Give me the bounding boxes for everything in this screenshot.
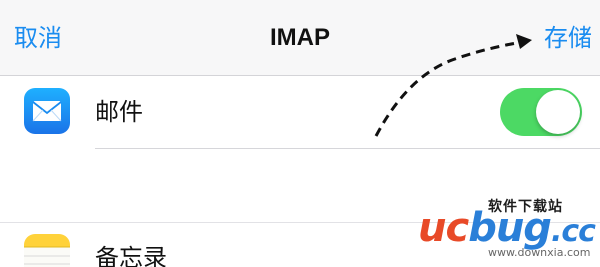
page-title: IMAP <box>270 24 330 51</box>
notes-label: 备忘录 <box>95 244 167 267</box>
watermark-logo: ucbug.cc <box>418 205 596 251</box>
mail-label: 邮件 <box>95 98 143 126</box>
toggle-knob <box>536 90 580 134</box>
list-item-mail: 邮件 <box>0 76 600 148</box>
save-button[interactable]: 存储 <box>544 20 592 56</box>
notes-icon <box>24 234 70 267</box>
navigation-bar: 取消 IMAP 存储 <box>0 0 600 76</box>
mail-sync-toggle[interactable] <box>500 88 582 136</box>
mail-icon <box>24 88 70 134</box>
watermark-url: www.downxia.com <box>488 246 591 259</box>
